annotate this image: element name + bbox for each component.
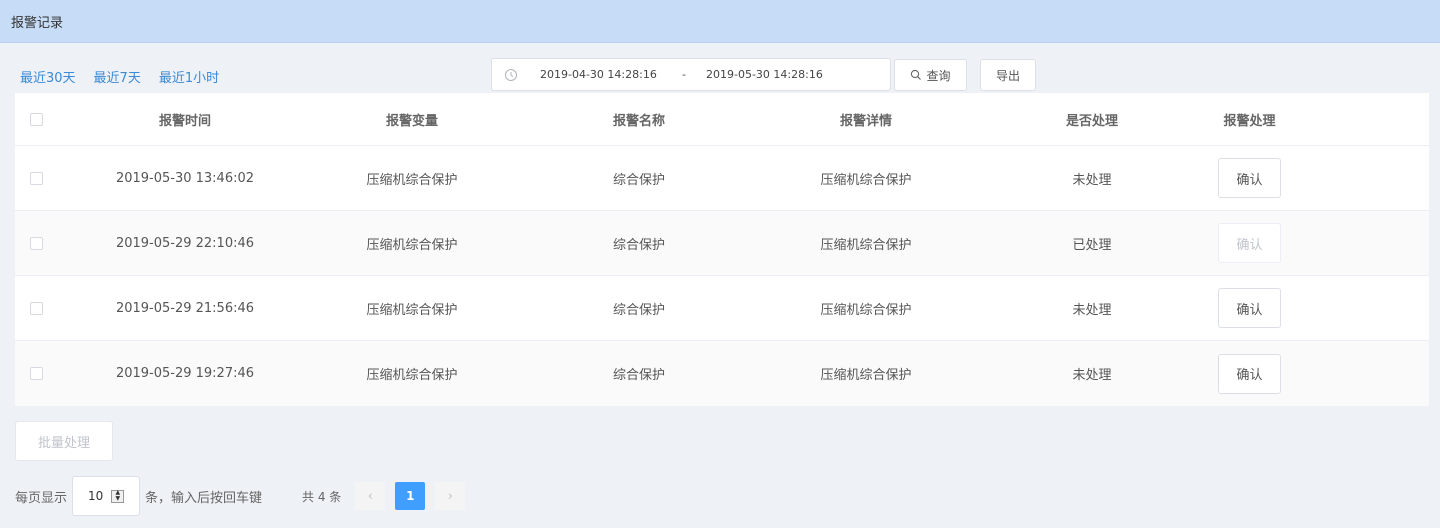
page-size-input[interactable]: 10 ▲ ▼ [72, 476, 141, 516]
date-separator: - [682, 68, 686, 81]
row-checkbox[interactable] [30, 301, 43, 315]
page-size-prefix: 每页显示 [15, 490, 68, 506]
alarm-table: 报警时间 报警变量 报警名称 报警详情 是否处理 报警处理 2019-05-30… [15, 93, 1429, 406]
table-header-row: 报警时间 报警变量 报警名称 报警详情 是否处理 报警处理 [15, 93, 1429, 146]
row-checkbox[interactable] [30, 171, 43, 185]
alarm-detail: 压缩机综合保护 [820, 237, 912, 253]
alarm-status: 未处理 [1072, 302, 1112, 318]
batch-process-button: 批量处理 [15, 421, 113, 461]
alarm-detail: 压缩机综合保护 [820, 368, 912, 383]
range-7-days-link[interactable]: 最近7天 [94, 67, 141, 86]
alarm-variable: 压缩机综合保护 [366, 237, 458, 253]
confirm-button: 确认 [1218, 223, 1281, 263]
total-count: 共 4 条 [302, 489, 342, 504]
confirm-button[interactable]: 确认 [1218, 288, 1281, 328]
select-all-checkbox[interactable] [30, 112, 43, 126]
column-header-time: 报警时间 [158, 113, 211, 129]
alarm-time: 2019-05-29 21:56:46 [115, 300, 255, 316]
range-1-hour-link[interactable]: 最近1小时 [159, 67, 219, 86]
column-header-name: 报警名称 [612, 113, 665, 129]
pagination: 每页显示 10 ▲ ▼ 条，输入后按回车键 共 4 条 ‹ 1 › [15, 476, 475, 516]
column-header-variable: 报警变量 [385, 113, 438, 129]
end-date-input[interactable]: 2019-05-30 14:28:16 [706, 68, 846, 81]
clock-icon [505, 68, 517, 81]
alarm-status: 未处理 [1072, 172, 1112, 188]
page-number-1[interactable]: 1 [395, 482, 426, 510]
spinner-icon[interactable]: ▲ ▼ [111, 489, 125, 503]
alarm-time: 2019-05-29 22:10:46 [115, 235, 255, 251]
next-page-button[interactable]: › [435, 482, 466, 510]
alarm-status: 未处理 [1072, 368, 1112, 383]
page-title: 报警记录 [11, 15, 64, 31]
search-icon [911, 69, 922, 80]
range-30-days-link[interactable]: 最近30天 [20, 67, 76, 86]
alarm-time: 2019-05-29 19:27:46 [115, 366, 255, 381]
table-row: 2019-05-30 13:46:02 压缩机综合保护 综合保护 压缩机综合保护… [15, 146, 1429, 211]
alarm-name: 综合保护 [612, 302, 665, 318]
table-row: 2019-05-29 21:56:46 压缩机综合保护 综合保护 压缩机综合保护… [15, 276, 1429, 341]
alarm-detail: 压缩机综合保护 [820, 172, 912, 188]
alarm-time: 2019-05-30 13:46:02 [115, 170, 255, 186]
column-header-status: 是否处理 [1065, 113, 1118, 129]
query-button-label: 查询 [926, 68, 951, 83]
alarm-detail: 压缩机综合保护 [820, 302, 912, 318]
row-checkbox[interactable] [30, 367, 43, 380]
start-date-input[interactable]: 2019-04-30 14:28:16 [540, 68, 662, 81]
export-button[interactable]: 导出 [980, 59, 1036, 91]
alarm-variable: 压缩机综合保护 [366, 302, 458, 318]
column-header-detail: 报警详情 [839, 113, 892, 129]
query-button[interactable]: 查询 [894, 59, 967, 91]
alarm-name: 综合保护 [612, 237, 665, 253]
alarm-name: 综合保护 [612, 368, 665, 383]
page-header: 报警记录 [0, 0, 1440, 43]
alarm-status: 已处理 [1072, 237, 1112, 253]
column-header-action: 报警处理 [1223, 113, 1276, 129]
table-row: 2019-05-29 19:27:46 压缩机综合保护 综合保护 压缩机综合保护… [15, 341, 1429, 406]
date-range-picker[interactable]: 2019-04-30 14:28:16 - 2019-05-30 14:28:1… [491, 58, 891, 91]
quick-range-links: 最近30天 最近7天 最近1小时 [20, 67, 219, 86]
table-row: 2019-05-29 22:10:46 压缩机综合保护 综合保护 压缩机综合保护… [15, 211, 1429, 276]
alarm-name: 综合保护 [612, 172, 665, 188]
export-button-label: 导出 [995, 68, 1020, 83]
confirm-button[interactable]: 确认 [1218, 353, 1281, 394]
alarm-variable: 压缩机综合保护 [366, 172, 458, 188]
confirm-button[interactable]: 确认 [1218, 158, 1281, 198]
prev-page-button[interactable]: ‹ [355, 482, 386, 510]
page-size-value: 10 [88, 489, 104, 503]
alarm-variable: 压缩机综合保护 [366, 368, 458, 383]
row-checkbox[interactable] [30, 236, 43, 250]
page-size-suffix: 条，输入后按回车键 [145, 490, 263, 506]
